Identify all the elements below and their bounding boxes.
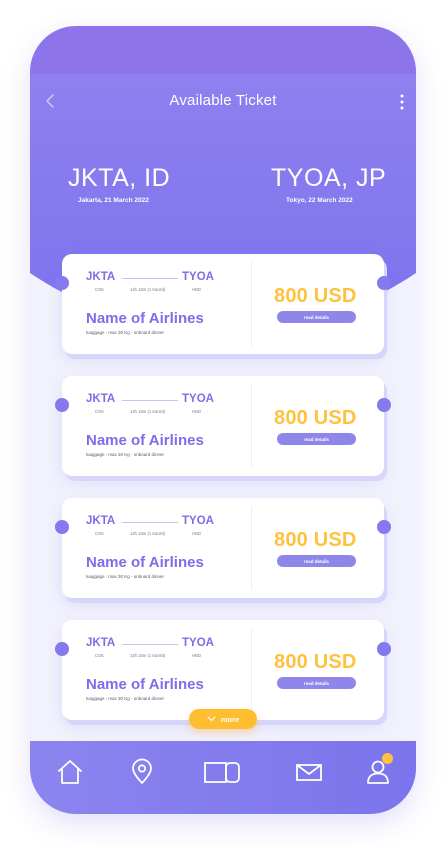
- ticket-notch: [377, 642, 391, 656]
- read-details-button[interactable]: read details: [277, 311, 356, 323]
- ticket-divider: [251, 506, 252, 590]
- luggage-info: luaggage : max 30 Kg - onboard dinner: [86, 330, 165, 335]
- chevron-down-icon: [207, 716, 216, 722]
- ticket-notch: [377, 520, 391, 534]
- airline-name: Name of Airlines: [86, 554, 204, 571]
- to-airport: HND: [192, 653, 202, 658]
- from-airport: CGK: [95, 287, 105, 292]
- ticket-notch: [55, 642, 69, 656]
- to-code: TYOA: [182, 515, 214, 527]
- to-code: TYOA: [182, 393, 214, 405]
- origin-date: Jakarta, 21 March 2022: [78, 197, 149, 204]
- to-code: TYOA: [182, 637, 214, 649]
- luggage-info: luaggage : max 30 Kg - onboard dinner: [86, 452, 165, 457]
- mail-icon[interactable]: [294, 758, 324, 786]
- route-line: [122, 644, 178, 645]
- to-code: TYOA: [182, 271, 214, 283]
- ticket-notch: [55, 276, 69, 290]
- ticket-price: 800 USD: [274, 407, 357, 429]
- from-code: JKTA: [86, 515, 116, 527]
- ticket-card[interactable]: JKTA TYOA CGK 14h 15m (1 transit) HND Na…: [55, 254, 391, 354]
- route-line: [122, 522, 178, 523]
- airline-name: Name of Airlines: [86, 432, 204, 449]
- ticket-notch: [377, 276, 391, 290]
- to-airport: HND: [192, 531, 202, 536]
- from-code: JKTA: [86, 271, 116, 283]
- origin-city-code: JKTA, ID: [68, 164, 171, 192]
- destination-city-code: TYOA, JP: [271, 164, 387, 192]
- ticket-price: 800 USD: [274, 529, 357, 551]
- airline-name: Name of Airlines: [86, 310, 204, 327]
- ticket-divider: [251, 262, 252, 346]
- flight-duration: 14h 15m (1 transit): [130, 653, 166, 658]
- from-airport: CGK: [95, 531, 105, 536]
- from-code: JKTA: [86, 393, 116, 405]
- ticket-notch: [377, 398, 391, 412]
- flight-duration: 14h 15m (1 transit): [130, 409, 166, 414]
- notification-badge: [382, 753, 393, 764]
- airline-name: Name of Airlines: [86, 676, 204, 693]
- ticket-card[interactable]: JKTA TYOA CGK 14h 15m (1 transit) HND Na…: [55, 376, 391, 476]
- from-code: JKTA: [86, 637, 116, 649]
- page-title: Available Ticket: [169, 92, 277, 109]
- destination-date: Tokyo, 22 March 2022: [286, 197, 353, 204]
- luggage-info: luaggage : max 30 Kg - onboard dinner: [86, 574, 165, 579]
- ticket-card[interactable]: JKTA TYOA CGK 14h 15m (1 transit) HND Na…: [55, 498, 391, 598]
- route-line: [122, 278, 178, 279]
- ticket-divider: [251, 628, 252, 712]
- read-details-button[interactable]: read details: [277, 555, 356, 567]
- luggage-info: luaggage : max 30 Kg - onboard dinner: [86, 696, 165, 701]
- flight-duration: 14h 15m (1 transit): [130, 531, 166, 536]
- more-button-label: more: [220, 714, 240, 724]
- from-airport: CGK: [95, 409, 105, 414]
- ticket-card[interactable]: JKTA TYOA CGK 14h 15m (1 transit) HND Na…: [55, 620, 391, 720]
- read-details-button[interactable]: read details: [277, 677, 356, 689]
- ticket-price: 800 USD: [274, 651, 357, 673]
- tickets-icon[interactable]: [203, 758, 241, 786]
- phone-screen: Available Ticket JKTA, ID Jakarta, 21 Ma…: [30, 26, 416, 814]
- ticket-divider: [251, 384, 252, 468]
- flight-duration: 14h 15m (1 transit): [130, 287, 166, 292]
- location-pin-icon[interactable]: [128, 758, 156, 786]
- from-airport: CGK: [95, 653, 105, 658]
- ticket-notch: [55, 398, 69, 412]
- more-button[interactable]: more: [189, 709, 257, 729]
- home-icon[interactable]: [56, 758, 84, 786]
- to-airport: HND: [192, 409, 202, 414]
- more-vertical-icon[interactable]: [396, 92, 408, 112]
- route-line: [122, 400, 178, 401]
- to-airport: HND: [192, 287, 202, 292]
- ticket-price: 800 USD: [274, 285, 357, 307]
- read-details-button[interactable]: read details: [277, 433, 356, 445]
- status-bar-area: [30, 26, 416, 74]
- bottom-navigation: [30, 741, 416, 814]
- ticket-notch: [55, 520, 69, 534]
